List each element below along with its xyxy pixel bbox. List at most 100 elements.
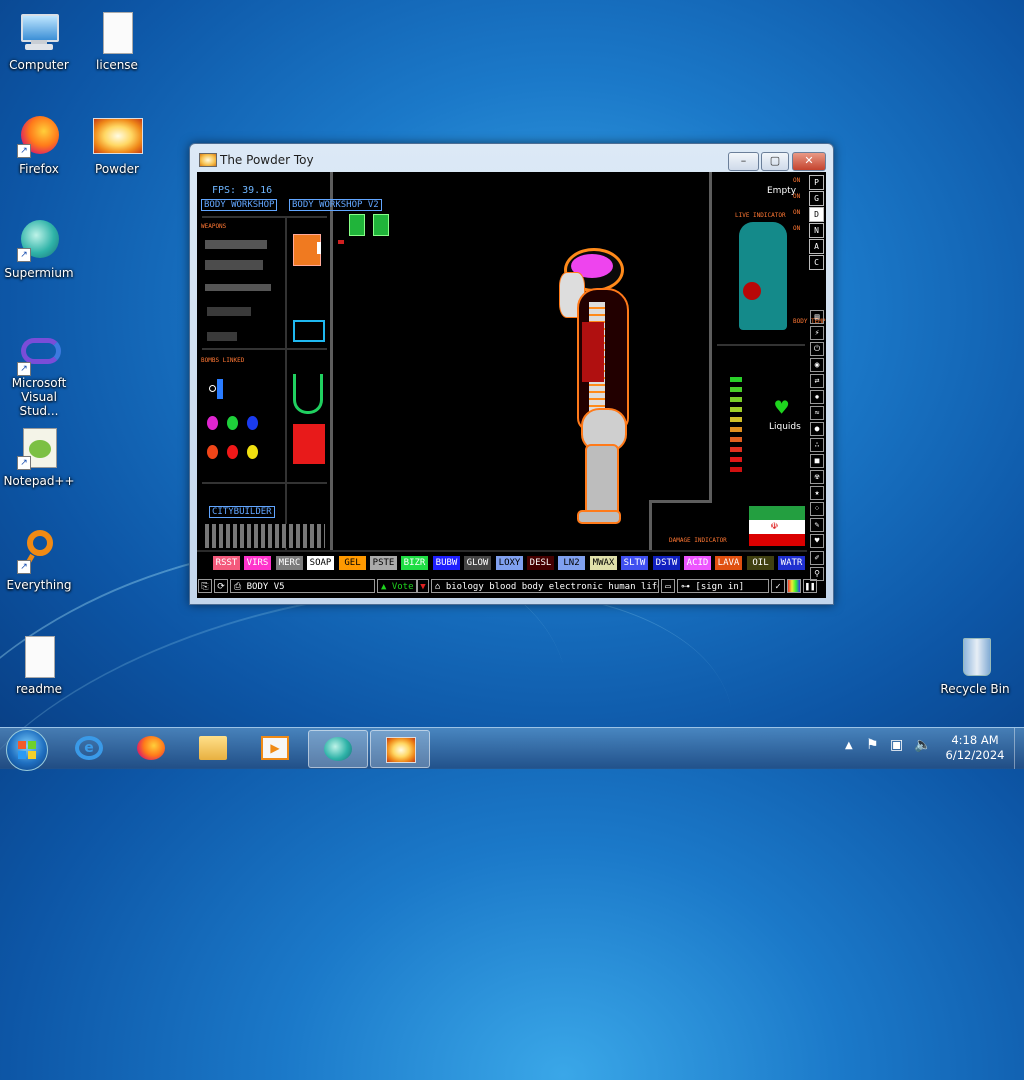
element-button-desl[interactable]: DESL xyxy=(527,556,554,570)
rifle-icon[interactable] xyxy=(205,240,267,249)
category-special-icon[interactable]: ★ xyxy=(810,486,824,500)
side-button-n[interactable]: N xyxy=(809,223,824,238)
tags-box[interactable]: ⌂ biology blood body electronic human li… xyxy=(431,579,659,593)
taskbar-internet-explorer[interactable]: e xyxy=(60,730,118,766)
save-name-box[interactable]: ⎙ BODY V5 xyxy=(230,579,375,593)
side-button-g[interactable]: G xyxy=(809,191,824,206)
category-sensors-icon[interactable]: ◉ xyxy=(810,358,824,372)
grenade-green-icon[interactable] xyxy=(227,416,238,430)
grenade-yellow-icon[interactable] xyxy=(247,445,258,459)
close-button[interactable]: ✕ xyxy=(792,152,826,171)
element-button-watr[interactable]: WATR xyxy=(778,556,805,570)
element-button-rsst[interactable]: RSST xyxy=(213,556,240,570)
element-button-sltw[interactable]: SLTW xyxy=(621,556,648,570)
category-force-icon[interactable]: ⇄ xyxy=(810,374,824,388)
element-button-lava[interactable]: LAVA xyxy=(715,556,742,570)
red-block-icon[interactable] xyxy=(293,424,325,464)
cyan-frame-icon[interactable] xyxy=(293,320,325,342)
desktop-icon-firefox[interactable]: ↗ Firefox xyxy=(0,114,78,176)
desktop-icon-supermium[interactable]: ↗ Supermium xyxy=(0,218,78,280)
element-button-loxy[interactable]: LOXY xyxy=(496,556,523,570)
rifle-icon[interactable] xyxy=(205,260,263,270)
category-liquids-icon[interactable]: ● xyxy=(810,422,824,436)
desktop-icon-powder[interactable]: Powder xyxy=(78,114,156,176)
bomb-icon[interactable] xyxy=(217,379,223,399)
network-icon[interactable]: ▣ xyxy=(890,737,903,753)
volume-muted-icon[interactable]: 🔈 xyxy=(914,737,931,753)
category-tools-icon[interactable]: ✎ xyxy=(810,518,824,532)
category-life-icon[interactable]: ⁘ xyxy=(810,502,824,516)
element-button-merc[interactable]: MERC xyxy=(276,556,303,570)
category-powders-icon[interactable]: ∴ xyxy=(810,438,824,452)
sign-in-button[interactable]: ⊶ [sign in] xyxy=(677,579,769,593)
show-desktop-button[interactable] xyxy=(1014,728,1024,769)
start-button[interactable] xyxy=(6,729,48,771)
element-button-pste[interactable]: PSTE xyxy=(370,556,397,570)
grenade-magenta-icon[interactable] xyxy=(207,416,218,430)
element-button-oil[interactable]: OIL xyxy=(747,556,774,570)
category-radioactive-icon[interactable]: ☢ xyxy=(810,470,824,484)
toggle-icon[interactable] xyxy=(349,214,365,236)
grenade-red-icon[interactable] xyxy=(227,445,238,459)
powder-toy-window[interactable]: The Powder Toy – ▢ ✕ FPS: 39.16 BODY WOR… xyxy=(189,143,834,605)
toggle-icon[interactable] xyxy=(373,214,389,236)
element-button-soap[interactable]: SOAP xyxy=(307,556,334,570)
element-button-bubw[interactable]: BUBW xyxy=(433,556,460,570)
element-button-dstw[interactable]: DSTW xyxy=(653,556,680,570)
window-titlebar[interactable]: The Powder Toy – ▢ ✕ xyxy=(190,144,833,172)
new-simulation-icon[interactable]: ▭ xyxy=(661,579,675,593)
side-button-c[interactable]: C xyxy=(809,255,824,270)
smg-icon[interactable] xyxy=(207,307,251,316)
clock[interactable]: 4:18 AM 6/12/2024 xyxy=(940,733,1010,763)
category-gases-icon[interactable]: ≈ xyxy=(810,406,824,420)
desktop-icon-everything[interactable]: ↗ Everything xyxy=(0,530,78,592)
desktop-icon-visual-studio[interactable]: ↗ Microsoft Visual Stud... xyxy=(0,332,78,418)
save-tab-body-workshop[interactable]: BODY WORKSHOP xyxy=(201,199,278,211)
minimize-button[interactable]: – xyxy=(728,152,759,171)
element-button-acid[interactable]: ACID xyxy=(684,556,711,570)
rifle-icon[interactable] xyxy=(205,284,271,291)
desktop-icon-recycle-bin[interactable]: Recycle Bin xyxy=(936,634,1014,696)
desktop-icon-notepadpp[interactable]: ↗ Notepad++ xyxy=(0,426,78,488)
save-tab-body-workshop-v2[interactable]: BODY WORKSHOP V2 xyxy=(289,199,382,211)
category-powered-icon[interactable]: ⏻ xyxy=(810,342,824,356)
container-icon[interactable] xyxy=(293,374,323,414)
vote-down-button[interactable]: ▼ xyxy=(417,579,429,593)
category-favorites-icon[interactable]: ♥ xyxy=(810,534,824,548)
taskbar-firefox[interactable] xyxy=(122,730,180,766)
bomb-icon[interactable] xyxy=(209,385,216,392)
settings-icon[interactable]: ✓ xyxy=(771,579,785,593)
vote-up-button[interactable]: ▲ Vote xyxy=(377,579,417,593)
citybuilder-button[interactable]: CITYBUILDER xyxy=(209,506,275,518)
side-button-p[interactable]: P xyxy=(809,175,824,190)
pause-icon[interactable]: ❚❚ xyxy=(803,579,817,593)
element-button-ln2[interactable]: LN2 xyxy=(558,556,585,570)
category-solids-icon[interactable]: ■ xyxy=(810,454,824,468)
desktop-icon-readme[interactable]: readme xyxy=(0,634,78,696)
element-button-mwax[interactable]: MWAX xyxy=(590,556,617,570)
show-hidden-icons-icon[interactable]: ▲ xyxy=(845,740,853,751)
taskbar-supermium[interactable] xyxy=(308,730,368,768)
element-button-virs[interactable]: VIRS xyxy=(244,556,271,570)
side-button-d[interactable]: D xyxy=(809,207,824,222)
taskbar-media-player[interactable]: ▶ xyxy=(246,730,304,766)
side-button-a[interactable]: A xyxy=(809,239,824,254)
category-electronics-icon[interactable]: ⚡ xyxy=(810,326,824,340)
grenade-blue-icon[interactable] xyxy=(247,416,258,430)
game-canvas[interactable]: FPS: 39.16 BODY WORKSHOP BODY WORKSHOP V… xyxy=(197,172,826,598)
render-options-icon[interactable] xyxy=(787,579,801,593)
reload-icon[interactable]: ⟳ xyxy=(214,579,228,593)
desktop-icon-license[interactable]: license xyxy=(78,10,156,72)
element-button-gel[interactable]: GEL xyxy=(339,556,366,570)
taskbar-explorer[interactable] xyxy=(184,730,242,766)
open-save-icon[interactable]: ⎘ xyxy=(198,579,212,593)
category-decoration-icon[interactable]: ✐ xyxy=(810,551,824,565)
element-button-glow[interactable]: GLOW xyxy=(464,556,491,570)
maximize-button[interactable]: ▢ xyxy=(761,152,789,171)
grenade-red-icon[interactable] xyxy=(207,445,218,459)
pistol-icon[interactable] xyxy=(207,332,237,341)
action-center-flag-icon[interactable]: ⚑ xyxy=(866,737,879,753)
desktop-icon-computer[interactable]: Computer xyxy=(0,10,78,72)
taskbar-powder-toy[interactable] xyxy=(370,730,430,768)
category-explosives-icon[interactable]: ✹ xyxy=(810,390,824,404)
